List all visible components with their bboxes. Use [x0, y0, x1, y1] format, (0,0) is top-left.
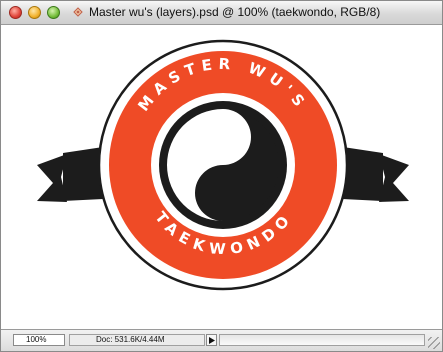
- resize-grip-icon[interactable]: [428, 337, 440, 349]
- horizontal-scrollbar[interactable]: [219, 334, 425, 346]
- close-button-icon[interactable]: [9, 6, 22, 19]
- logo-artwork: MASTER WU'S TAEKWONDO: [37, 39, 409, 291]
- status-bar: 100% Doc: 531.6K/4.44M: [1, 329, 442, 351]
- triangle-right-icon[interactable]: [206, 334, 217, 346]
- minimize-button-icon[interactable]: [28, 6, 41, 19]
- document-proxy-icon[interactable]: [71, 5, 85, 19]
- window-title: Master wu's (layers).psd @ 100% (taekwon…: [89, 5, 381, 19]
- zoom-field[interactable]: 100%: [13, 334, 65, 346]
- title-bar[interactable]: Master wu's (layers).psd @ 100% (taekwon…: [1, 1, 442, 25]
- document-window: Master wu's (layers).psd @ 100% (taekwon…: [0, 0, 443, 352]
- zoom-button-icon[interactable]: [47, 6, 60, 19]
- document-size-info: Doc: 531.6K/4.44M: [69, 334, 205, 346]
- canvas-area[interactable]: MASTER WU'S TAEKWONDO: [1, 25, 442, 329]
- yin-yang-icon: [167, 109, 279, 221]
